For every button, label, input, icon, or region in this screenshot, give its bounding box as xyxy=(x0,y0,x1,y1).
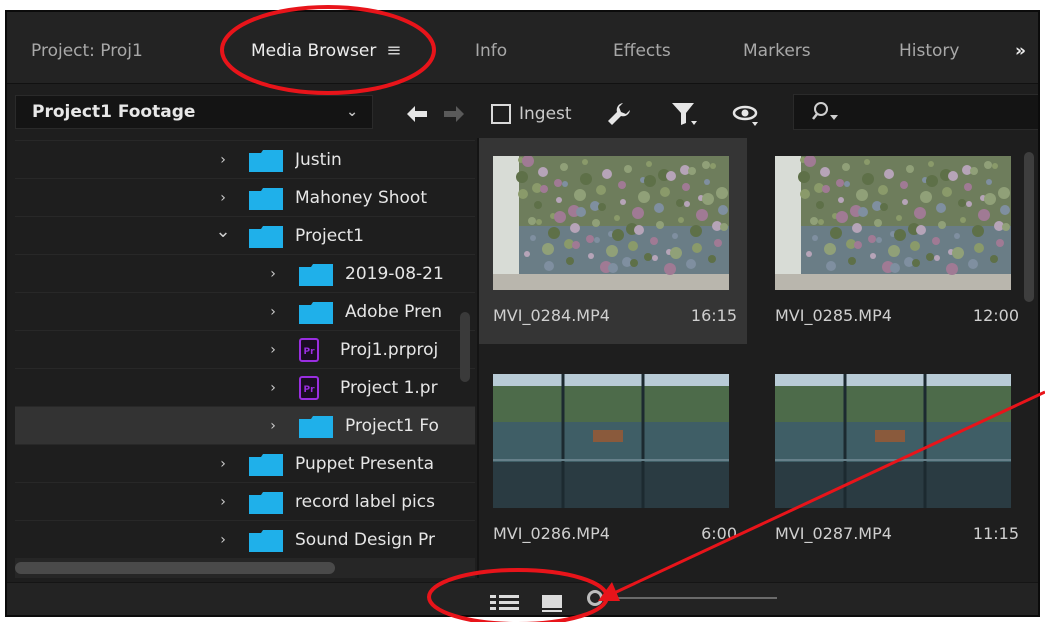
tree-item-label: 2019-08-21 xyxy=(345,264,444,284)
tree-item-label: Project1 Fo xyxy=(345,416,439,436)
clip-thumbnail[interactable] xyxy=(493,374,729,508)
chevron-right-icon[interactable]: › xyxy=(215,445,231,483)
tree-row[interactable]: › Justin xyxy=(15,140,475,178)
clip-item[interactable]: MVI_0285.MP4 12:00 xyxy=(761,138,1029,344)
tree-row[interactable]: › Adobe Pren xyxy=(15,292,475,330)
folder-icon xyxy=(299,264,333,286)
media-browser-panel: Project: Proj1 Media Browser ≡ Info Effec… xyxy=(5,10,1040,617)
chevron-down-icon[interactable]: ⌄ xyxy=(215,217,231,255)
clip-item[interactable]: MVI_0286.MP4 6:00 xyxy=(479,356,747,562)
tree-item-label: record label pics xyxy=(295,492,435,512)
chevron-right-icon[interactable]: › xyxy=(215,179,231,217)
icon-view-icon[interactable] xyxy=(541,593,563,613)
zoom-slider-knob-icon[interactable] xyxy=(587,590,603,606)
source-dropdown-value: Project1 Footage xyxy=(32,102,196,122)
tree-row[interactable]: › record label pics xyxy=(15,482,475,520)
premiere-file-icon: Pr xyxy=(299,376,319,400)
tree-row[interactable]: › Sound Design Pr xyxy=(15,520,475,558)
folder-icon xyxy=(249,226,283,248)
clip-duration: 11:15 xyxy=(972,524,1019,543)
source-dropdown[interactable]: Project1 Footage ⌄ xyxy=(15,95,373,129)
chevron-right-icon[interactable]: › xyxy=(265,407,281,445)
list-view-icon[interactable] xyxy=(489,593,521,613)
tab-info[interactable]: Info xyxy=(475,12,507,84)
tree-item-label: Adobe Pren xyxy=(345,302,442,322)
tree-row[interactable]: › Puppet Presenta xyxy=(15,444,475,482)
clip-thumbnail[interactable] xyxy=(775,374,1011,508)
tree-row[interactable]: › Mahoney Shoot xyxy=(15,178,475,216)
tree-vertical-scrollbar[interactable] xyxy=(460,312,470,382)
clip-duration: 16:15 xyxy=(690,306,737,325)
clip-item[interactable]: MVI_0287.MP4 11:15 xyxy=(761,356,1029,562)
search-icon xyxy=(812,102,838,120)
tree-row[interactable]: › Pr Proj1.prproj xyxy=(15,330,475,368)
clip-duration: 6:00 xyxy=(701,524,737,543)
tree-item-label: Puppet Presenta xyxy=(295,454,435,474)
tree-row[interactable]: ⌄ Project1 xyxy=(15,216,475,254)
tree-item-label: Sound Design Pr xyxy=(295,530,435,550)
tree-item-label: Project 1.pr xyxy=(340,378,438,398)
chevron-right-icon[interactable]: › xyxy=(215,141,231,179)
tab-markers[interactable]: Markers xyxy=(743,12,811,84)
folder-icon xyxy=(249,150,283,172)
chevron-right-icon[interactable]: › xyxy=(265,331,281,369)
clip-thumbnail[interactable] xyxy=(775,156,1011,290)
clip-name: MVI_0284.MP4 xyxy=(493,306,610,325)
chevron-right-icon[interactable]: › xyxy=(265,369,281,407)
zoom-slider-track[interactable] xyxy=(605,597,777,599)
folder-icon xyxy=(299,416,333,438)
clip-thumbnail[interactable] xyxy=(493,156,729,290)
folder-tree[interactable]: › Justin › Mahoney Shoot ⌄ Project1 › 2019-08-2… xyxy=(15,138,475,580)
folder-icon xyxy=(249,492,283,514)
tree-item-label: Justin xyxy=(295,150,342,170)
premiere-file-icon: Pr xyxy=(299,338,319,362)
chevron-right-icon[interactable]: › xyxy=(215,521,231,559)
hamburger-menu-icon[interactable]: ≡ xyxy=(386,12,401,90)
filter-icon[interactable] xyxy=(667,92,703,136)
clip-name: MVI_0285.MP4 xyxy=(775,306,892,325)
clip-name: MVI_0286.MP4 xyxy=(493,524,610,543)
tree-item-label: Project1 xyxy=(295,226,364,246)
clip-name: MVI_0287.MP4 xyxy=(775,524,892,543)
chevron-right-icon[interactable]: › xyxy=(215,483,231,521)
tab-media-browser[interactable]: Media Browser ≡ xyxy=(251,12,401,84)
clip-item[interactable]: MVI_0284.MP4 16:15 xyxy=(479,138,747,344)
svg-text:Pr: Pr xyxy=(303,385,315,395)
chevron-right-icon[interactable]: › xyxy=(265,255,281,293)
clip-duration: 12:00 xyxy=(972,306,1019,325)
ingest-label: Ingest xyxy=(519,104,572,124)
tab-project[interactable]: Project: Proj1 xyxy=(31,12,143,84)
folder-icon xyxy=(249,530,283,552)
chevron-down-icon: ⌄ xyxy=(346,104,358,120)
tree-row[interactable]: › Pr Project 1.pr xyxy=(15,368,475,406)
clip-grid: MVI_0284.MP4 16:15 MVI_0285.MP4 12:00 MVI_02… xyxy=(479,138,1038,578)
panel-tab-bar: Project: Proj1 Media Browser ≡ Info Effec… xyxy=(7,12,1038,84)
arrow-left-icon[interactable] xyxy=(402,92,432,136)
tree-item-label: Mahoney Shoot xyxy=(295,188,427,208)
folder-icon xyxy=(299,302,333,324)
tabs-overflow-icon[interactable]: » xyxy=(1015,12,1026,84)
tree-row[interactable]: › 2019-08-21 xyxy=(15,254,475,292)
tab-effects[interactable]: Effects xyxy=(613,12,671,84)
folder-icon xyxy=(249,454,283,476)
grid-vertical-scrollbar[interactable] xyxy=(1024,152,1034,302)
tree-item-label: Proj1.prproj xyxy=(340,340,439,360)
media-browser-toolbar: Project1 Footage ⌄ Ingest xyxy=(7,92,1038,136)
chevron-right-icon[interactable]: › xyxy=(265,293,281,331)
eye-icon[interactable] xyxy=(729,92,765,136)
tab-history[interactable]: History xyxy=(899,12,959,84)
search-input[interactable] xyxy=(793,94,1038,130)
arrow-right-icon[interactable] xyxy=(439,92,469,136)
tree-horizontal-scrollbar[interactable] xyxy=(15,562,335,574)
ingest-checkbox[interactable] xyxy=(491,104,511,124)
svg-text:Pr: Pr xyxy=(303,347,315,357)
tab-media-browser-label: Media Browser xyxy=(251,41,377,61)
wrench-icon[interactable] xyxy=(601,92,637,136)
folder-icon xyxy=(249,188,283,210)
tree-row[interactable]: › Project1 Fo xyxy=(15,406,475,444)
bottom-bar xyxy=(7,582,1038,615)
